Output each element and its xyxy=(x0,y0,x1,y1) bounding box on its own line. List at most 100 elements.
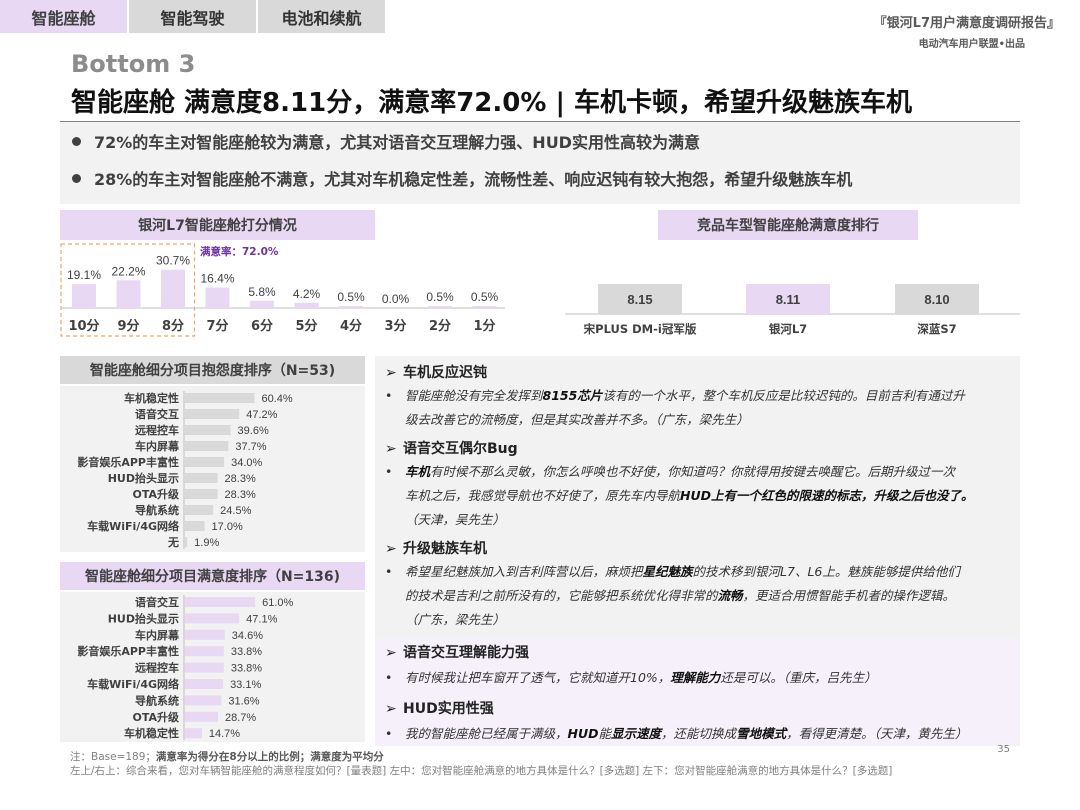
quote-text: ，更适合用惯智能手机者的操作逻辑。 xyxy=(742,588,956,603)
quote-text: 我的智能座舱已经属于满级， xyxy=(405,726,568,741)
rating-value-label: 0.5% xyxy=(337,290,365,304)
list-item-bar xyxy=(185,613,240,624)
quote-text: （广东，梁先生） xyxy=(405,612,506,627)
quote-emphasis: 显示速度 xyxy=(611,726,662,741)
tab-battery-range[interactable]: 电池和续航 xyxy=(258,0,385,33)
quote-text: ，还能切换成 xyxy=(661,726,737,741)
list-item-label: 车载WiFi/4G网络 xyxy=(87,519,179,533)
quote-line: （广东，梁先生） xyxy=(385,608,505,632)
rating-bar xyxy=(72,284,96,308)
rating-value-label: 0.5% xyxy=(426,290,454,304)
tab-smart-cockpit[interactable]: 智能座舱 xyxy=(0,0,127,33)
bullet-icon: • xyxy=(385,464,393,479)
list-item-value: 33.1% xyxy=(230,679,261,691)
ranking-category-label: 深蓝S7 xyxy=(917,322,956,336)
rating-category-label: 4分 xyxy=(340,318,362,334)
list-item-value: 28.7% xyxy=(225,712,256,724)
quote-emphasis: 星纪魅族 xyxy=(642,564,693,579)
quote-text: 级去改善它的流畅度，但是其实改善并不多。（广东，梁先生） xyxy=(405,412,749,427)
list-item-label: HUD抬头显示 xyxy=(108,471,179,485)
ranking-category-label: 宋PLUS DM-i冠军版 xyxy=(583,322,697,336)
complaint-quotes: ➢ 车机反应迟钝 • 智能座舱没有完全发挥到8155芯片该有的一个水平，整个车机反应… xyxy=(375,356,1020,638)
rating-bar xyxy=(116,280,141,308)
list-item-bar xyxy=(185,505,214,515)
quote-topic-meizu: ➢ 升级魅族车机 xyxy=(385,538,487,558)
quote-text: 有时候不那么灵敏，你怎么呼唤也不好使，你知道吗？你就得用按键去唤醒它。后期升级过… xyxy=(430,464,956,479)
quote-topic-text: HUD实用性强 xyxy=(403,701,494,717)
list-item-bar xyxy=(185,646,224,657)
list-item-value: 1.9% xyxy=(194,537,219,549)
quote-topic-voice-understanding: ➢ 语音交互理解能力强 xyxy=(385,642,529,662)
quote-topic-text: 升级魅族车机 xyxy=(403,541,487,557)
complaint-panel-header: 智能座舱细分项目抱怨度排序（N=53) xyxy=(60,356,365,384)
list-item-label: 车内屏幕 xyxy=(135,628,180,642)
list-item-label: 车机稳定性 xyxy=(124,726,179,740)
summary-text: 72%的车主对智能座舱较为满意，尤其对语音交互理解力强、HUD实用性高较为满意 xyxy=(94,133,700,152)
quote-emphasis: HUD xyxy=(680,488,712,503)
list-item-label: 影音娱乐APP丰富性 xyxy=(77,644,179,658)
quote-line: • 智能座舱没有完全发挥到8155芯片该有的一个水平，整个车机反应是比较迟钝的。目… xyxy=(385,384,965,408)
list-item-value: 34.6% xyxy=(232,630,263,642)
quote-line: • 有时候我让把车窗开了透气，它就知道开10%，理解能力还是可以。（重庆，吕先生） xyxy=(385,666,877,690)
list-item-value: 31.6% xyxy=(228,695,259,707)
rating-category-label: 3分 xyxy=(384,318,406,334)
rating-category-label: 6分 xyxy=(251,318,273,334)
rating-value-label: 5.8% xyxy=(248,285,276,299)
top-tabs: 智能座舱 智能驾驶 电池和续航 xyxy=(0,0,387,33)
rating-category-label: 7分 xyxy=(206,318,228,334)
list-item-value: 28.3% xyxy=(225,489,256,501)
arrow-bullet-icon: ➢ xyxy=(385,701,397,717)
list-item-bar xyxy=(185,473,218,483)
list-item-value: 34.0% xyxy=(231,457,262,469)
section-tag: Bottom 3 xyxy=(71,50,196,78)
rating-value-label: 30.7% xyxy=(156,254,190,268)
rating-category-label: 5分 xyxy=(295,318,317,334)
quote-text: 的技术是吉利之前所没有的，它能够把系统优化得非常的 xyxy=(405,588,718,603)
footnote-text: 注：Base=189； xyxy=(70,751,156,763)
quote-emphasis: 车机 xyxy=(405,464,431,479)
list-item-bar xyxy=(185,425,231,435)
list-item-value: 28.3% xyxy=(225,473,256,485)
quote-topic-lag: ➢ 车机反应迟钝 xyxy=(385,362,487,382)
list-item-bar xyxy=(185,393,255,403)
list-item-label: 语音交互 xyxy=(135,595,179,609)
ranking-value-label: 8.11 xyxy=(776,292,801,307)
report-subtitle: 电动汽车用户联盟•出品 xyxy=(918,39,1025,50)
arrow-bullet-icon: ➢ xyxy=(385,441,397,457)
tab-smart-driving[interactable]: 智能驾驶 xyxy=(129,0,256,33)
rating-bar xyxy=(428,306,452,308)
rating-value-label: 0.0% xyxy=(382,292,410,306)
quote-text: 能 xyxy=(598,726,612,741)
list-item-bar xyxy=(185,597,256,607)
rating-value-label: 16.4% xyxy=(200,272,234,286)
list-item-label: OTA升级 xyxy=(132,487,180,501)
quote-text: 车机之后，我感觉导航也不好使了，原先车内导航 xyxy=(405,488,681,503)
page-number: 35 xyxy=(997,744,1010,755)
complaint-ranking-chart: 车机稳定性 60.4% 语音交互 47.2% 远程控车 39.6% 车内屏幕 37.7% 影音娱… xyxy=(77,391,293,549)
quote-topic-text: 车机反应迟钝 xyxy=(403,365,487,381)
rating-distribution-chart: 19.1% 10分 22.2% 9分 30.7% 8分 16.4% 7分 5.8% 6分 4.2% 5… xyxy=(60,243,505,337)
satisfaction-panel-header: 智能座舱细分项目满意度排序（N=136) xyxy=(60,562,365,590)
quote-text: （天津，吴先生） xyxy=(405,512,506,527)
arrow-bullet-icon: ➢ xyxy=(385,645,397,661)
list-item-bar xyxy=(185,695,222,706)
quote-emphasis: HUD xyxy=(567,726,599,741)
rating-value-label: 4.2% xyxy=(293,287,321,301)
page-headline: 智能座舱 满意度8.11分，满意率72.0% | 车机卡顿，希望升级魅族车机 xyxy=(71,88,913,118)
list-item-bar xyxy=(185,537,188,547)
quote-emphasis: 8155芯片 xyxy=(542,388,603,403)
list-item-label: 远程控车 xyxy=(135,423,179,437)
satisfaction-list-box: 语音交互 61.0% HUD抬头显示 47.1% 车内屏幕 34.6% 影音娱乐APP丰富性… xyxy=(60,592,365,742)
list-item-label: 远程控车 xyxy=(135,661,179,675)
quote-emphasis: 雪地模式 xyxy=(736,726,787,741)
list-item-value: 47.1% xyxy=(246,613,277,625)
bullet-icon: • xyxy=(385,726,393,741)
list-item-value: 33.8% xyxy=(231,663,262,675)
ranking-category-label: 银河L7 xyxy=(769,322,807,336)
complaint-list-box: 车机稳定性 60.4% 语音交互 47.2% 远程控车 39.6% 车内屏幕 37.7% 影音娱… xyxy=(60,386,365,552)
quote-line: 车机之后，我感觉导航也不好使了，原先车内导航HUD上有一个红色的限速的标志，升级… xyxy=(385,484,974,508)
rating-category-label: 9分 xyxy=(117,318,139,334)
list-item-label: 车载WiFi/4G网络 xyxy=(87,677,179,691)
footnote-base: 注：Base=189；满意率为得分在8分以上的比例；满意度为平均分 xyxy=(70,749,384,764)
summary-box: 72%的车主对智能座舱较为满意，尤其对语音交互理解力强、HUD实用性高较为满意 … xyxy=(60,122,1020,204)
